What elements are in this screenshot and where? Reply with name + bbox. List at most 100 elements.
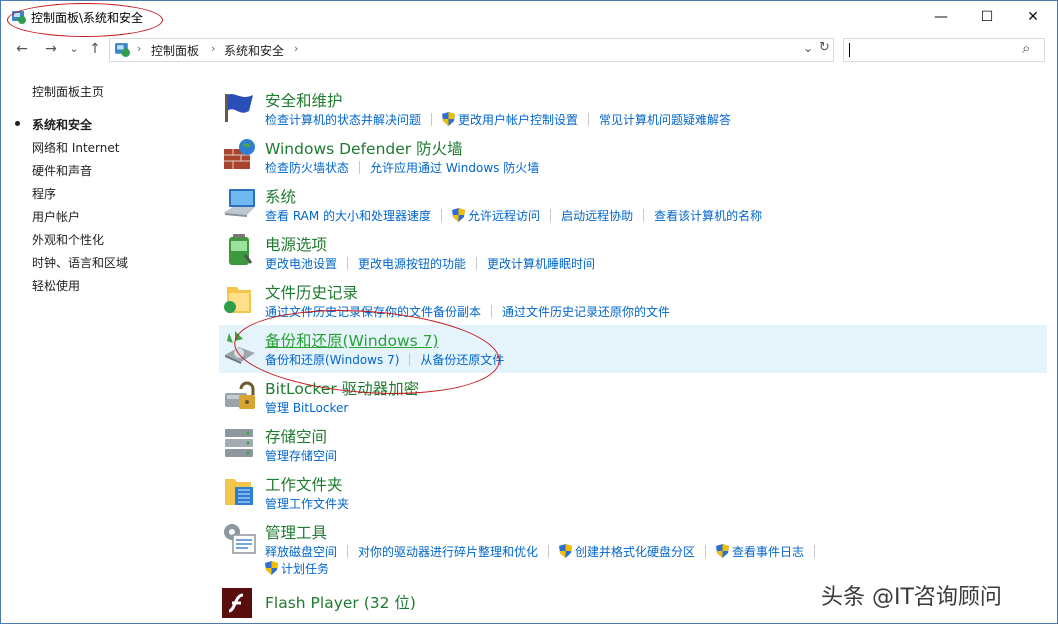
maximize-button[interactable]: ☐ xyxy=(964,1,1010,33)
link-restore-files[interactable]: 通过文件历史记录还原你的文件 xyxy=(502,303,670,320)
up-arrow-icon[interactable]: ↑ xyxy=(85,39,105,59)
sidebar-item-network-internet[interactable]: 网络和 Internet xyxy=(32,139,119,156)
link-sleep-time[interactable]: 更改计算机睡眠时间 xyxy=(487,255,595,272)
breadcrumb-separator-icon[interactable]: › xyxy=(137,42,141,55)
uac-shield-icon xyxy=(265,561,278,575)
link-remote-assistance[interactable]: 启动远程协助 xyxy=(561,207,633,224)
link-backup-restore-win7[interactable]: 备份和还原(Windows 7) xyxy=(265,351,399,368)
category-title[interactable]: 存储空间 xyxy=(265,425,327,447)
link-save-backup-copies[interactable]: 通过文件历史记录保存你的文件备份副本 xyxy=(265,303,481,320)
bitlocker-icon xyxy=(225,381,255,409)
category-title[interactable]: 管理工具 xyxy=(265,521,327,543)
category-file-history: 文件历史记录 通过文件历史记录保存你的文件备份副本 通过文件历史记录还原你的文件 xyxy=(219,277,1047,325)
category-title[interactable]: 安全和维护 xyxy=(265,89,343,111)
link-separator xyxy=(476,256,478,270)
category-backup-restore[interactable]: 备份和还原(Windows 7) 备份和还原(Windows 7) 从备份还原文… xyxy=(219,325,1047,373)
category-title[interactable]: 工作文件夹 xyxy=(265,473,343,495)
link-create-format-partitions[interactable]: 创建并格式化硬盘分区 xyxy=(575,543,695,560)
address-bar[interactable]: › 控制面板 › 系统和安全 › ⌄ ↻ xyxy=(109,38,834,62)
address-dropdown-icon[interactable]: ⌄ xyxy=(803,41,813,55)
breadcrumb-control-panel[interactable]: 控制面板 xyxy=(151,42,199,59)
category-bitlocker: BitLocker 驱动器加密 管理 BitLocker xyxy=(219,373,1047,421)
link-view-ram-cpu[interactable]: 查看 RAM 的大小和处理器速度 xyxy=(265,207,431,224)
link-view-event-logs[interactable]: 查看事件日志 xyxy=(732,543,804,560)
control-panel-window: 控制面板\系统和安全 — ☐ ✕ ← → ⌄ ↑ › 控制面板 › 系统和安全 … xyxy=(0,0,1058,624)
breadcrumb-system-security[interactable]: 系统和安全 xyxy=(224,42,284,59)
category-title[interactable]: Flash Player (32 位) xyxy=(265,591,416,613)
admin-tools-icon xyxy=(224,524,256,554)
sidebar-item-appearance[interactable]: 外观和个性化 xyxy=(32,231,104,248)
control-panel-icon xyxy=(115,43,130,57)
link-separator xyxy=(643,208,645,222)
category-admin-tools: 管理工具 释放磁盘空间 对你的驱动器进行碎片整理和优化 创建并格式化硬盘分区 查… xyxy=(219,517,1047,579)
link-separator xyxy=(550,208,552,222)
folder-history-icon xyxy=(224,287,251,313)
category-title[interactable]: 备份和还原(Windows 7) xyxy=(265,329,439,351)
link-manage-storage[interactable]: 管理存储空间 xyxy=(265,447,337,464)
category-work-folders: 工作文件夹 管理工作文件夹 xyxy=(219,469,1047,517)
category-title[interactable]: Windows Defender 防火墙 xyxy=(265,137,463,159)
title-bar[interactable]: 控制面板\系统和安全 — ☐ ✕ xyxy=(1,1,1057,37)
link-separator xyxy=(347,256,349,270)
minimize-button[interactable]: — xyxy=(918,1,964,33)
link-separator xyxy=(814,544,816,558)
link-separator xyxy=(491,304,493,318)
sidebar-item-clock-region[interactable]: 时钟、语言和区域 xyxy=(32,254,128,271)
sidebar-item-programs[interactable]: 程序 xyxy=(32,185,56,202)
link-battery-settings[interactable]: 更改电池设置 xyxy=(265,255,337,272)
sidebar-item-user-accounts[interactable]: 用户帐户 xyxy=(32,208,80,225)
breadcrumb-separator-icon[interactable]: › xyxy=(294,42,298,55)
link-separator xyxy=(705,544,707,558)
sidebar-item-hardware-sound[interactable]: 硬件和声音 xyxy=(32,162,92,179)
storage-icon xyxy=(225,429,253,457)
link-defrag-optimize[interactable]: 对你的驱动器进行碎片整理和优化 xyxy=(358,543,538,560)
category-system: 系统 查看 RAM 的大小和处理器速度 允许远程访问 启动远程协助 查看该计算机… xyxy=(219,181,1047,229)
link-change-uac[interactable]: 更改用户帐户控制设置 xyxy=(458,111,578,128)
backup-icon xyxy=(225,331,255,364)
category-title[interactable]: 系统 xyxy=(265,185,296,207)
link-check-firewall[interactable]: 检查防火墙状态 xyxy=(265,159,349,176)
link-free-disk-space[interactable]: 释放磁盘空间 xyxy=(265,543,337,560)
work-folder-icon xyxy=(225,479,253,505)
link-computer-name[interactable]: 查看该计算机的名称 xyxy=(654,207,762,224)
flash-icon xyxy=(222,588,252,618)
link-separator xyxy=(588,112,590,126)
category-title[interactable]: BitLocker 驱动器加密 xyxy=(265,377,419,399)
link-separator xyxy=(548,544,550,558)
link-manage-bitlocker[interactable]: 管理 BitLocker xyxy=(265,399,348,416)
sidebar-item-control-panel-home[interactable]: 控制面板主页 xyxy=(32,83,104,100)
link-power-button[interactable]: 更改电源按钮的功能 xyxy=(358,255,466,272)
uac-shield-icon xyxy=(442,112,456,126)
recent-locations-chevron-icon[interactable]: ⌄ xyxy=(64,39,84,59)
breadcrumb-separator-icon[interactable]: › xyxy=(211,42,215,55)
category-power: 电源选项 更改电池设置 更改电源按钮的功能 更改计算机睡眠时间 xyxy=(219,229,1047,277)
category-title[interactable]: 文件历史记录 xyxy=(265,281,358,303)
close-button[interactable]: ✕ xyxy=(1010,1,1056,33)
refresh-icon[interactable]: ↻ xyxy=(819,40,830,55)
flag-icon xyxy=(225,94,253,122)
link-schedule-tasks[interactable]: 计划任务 xyxy=(281,560,329,577)
uac-shield-icon xyxy=(716,544,730,558)
category-title[interactable]: 电源选项 xyxy=(265,233,327,255)
link-allow-app-firewall[interactable]: 允许应用通过 Windows 防火墙 xyxy=(370,159,539,176)
firewall-icon xyxy=(224,139,255,169)
text-caret xyxy=(849,43,850,57)
search-icon[interactable]: ⌕ xyxy=(1022,39,1030,57)
link-restore-from-backup[interactable]: 从备份还原文件 xyxy=(420,351,504,368)
link-allow-remote-access[interactable]: 允许远程访问 xyxy=(468,207,540,224)
link-separator xyxy=(441,208,443,222)
link-manage-work-folders[interactable]: 管理工作文件夹 xyxy=(265,495,349,512)
link-troubleshoot[interactable]: 常见计算机问题疑难解答 xyxy=(599,111,731,128)
active-bullet-icon xyxy=(15,121,20,126)
search-box[interactable]: ⌕ xyxy=(843,38,1045,62)
forward-arrow-icon[interactable]: → xyxy=(41,39,61,59)
link-check-status[interactable]: 检查计算机的状态并解决问题 xyxy=(265,111,421,128)
category-security-maintenance: 安全和维护 检查计算机的状态并解决问题 更改用户帐户控制设置 常见计算机问题疑难… xyxy=(219,85,1047,133)
back-arrow-icon[interactable]: ← xyxy=(12,39,32,59)
category-storage-spaces: 存储空间 管理存储空间 xyxy=(219,421,1047,469)
sidebar-item-ease-of-access[interactable]: 轻松使用 xyxy=(32,277,80,294)
link-separator xyxy=(347,544,349,558)
computer-icon xyxy=(223,189,255,217)
sidebar-item-system-security: 系统和安全 xyxy=(32,118,93,132)
link-separator xyxy=(431,112,433,126)
